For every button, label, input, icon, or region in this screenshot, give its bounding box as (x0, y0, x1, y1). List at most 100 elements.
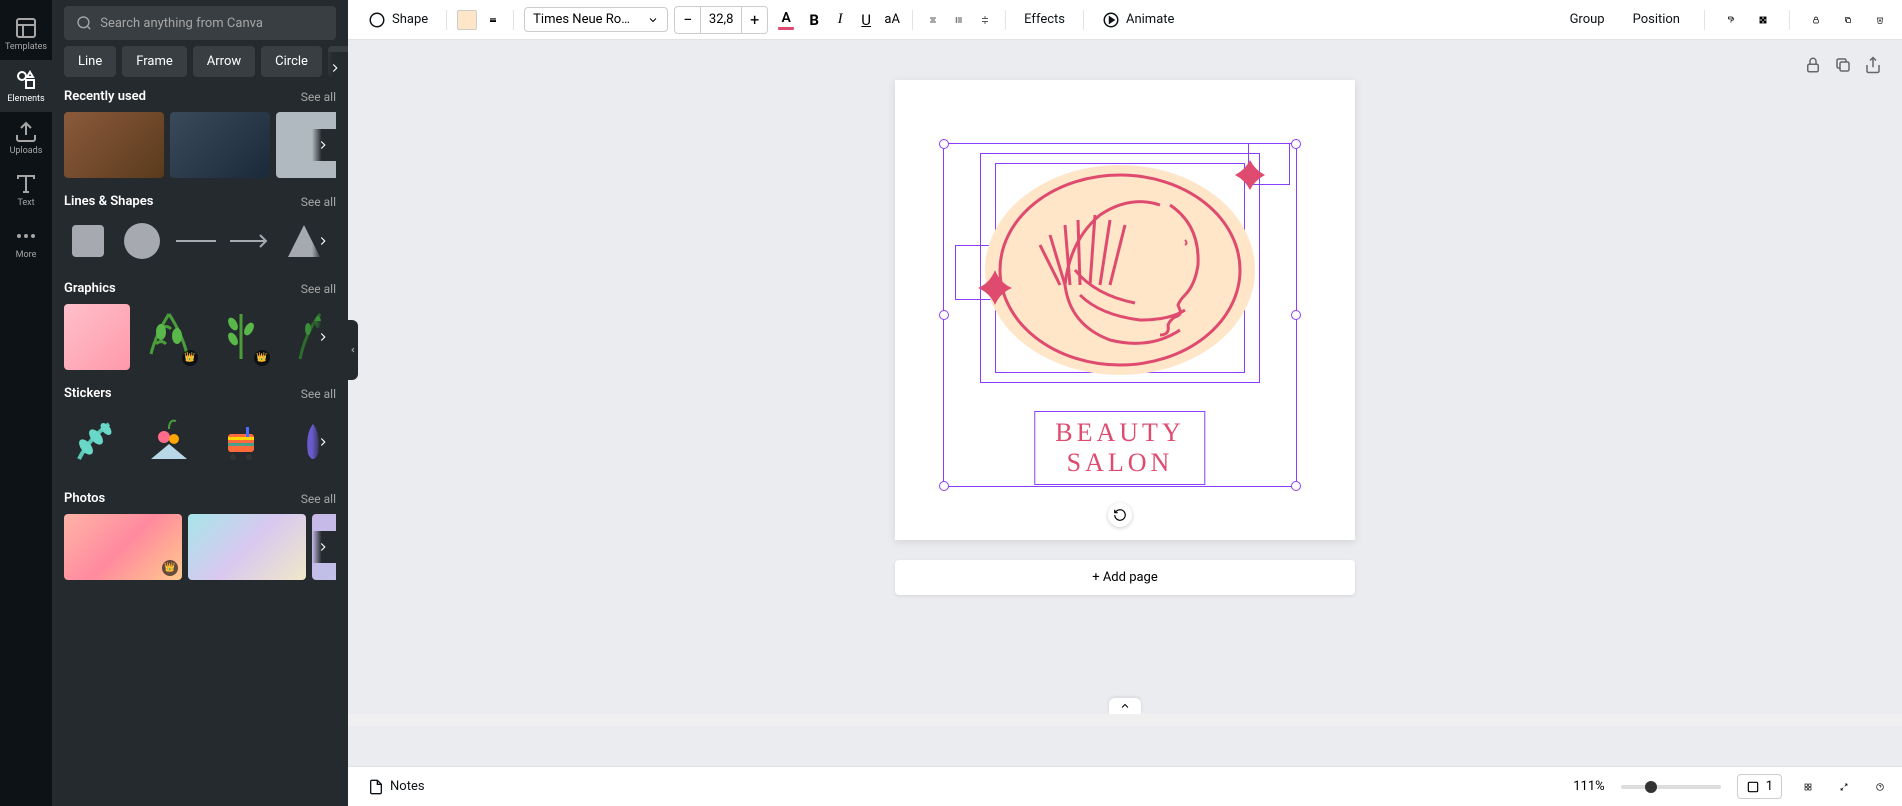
duplicate-button[interactable] (1838, 10, 1858, 30)
chevron-right-icon (328, 61, 342, 75)
chip-frame[interactable]: Frame (122, 46, 187, 77)
transparency-icon (1759, 11, 1767, 29)
photo-thumb-1[interactable] (64, 514, 182, 580)
transparency-button[interactable] (1753, 10, 1773, 30)
chip-arrow[interactable]: Arrow (193, 46, 255, 77)
search-icon (76, 14, 92, 32)
notes-button[interactable]: Notes (360, 773, 433, 801)
font-family-select[interactable]: Times Neue Rom... (524, 7, 668, 32)
sticker-thumb-2[interactable] (136, 409, 202, 475)
nav-uploads[interactable]: Uploads (0, 112, 52, 164)
see-all-shapes[interactable]: See all (301, 195, 336, 209)
fullscreen-button[interactable] (1834, 777, 1854, 797)
sticker-thumb-3[interactable] (208, 409, 274, 475)
premium-icon (162, 560, 178, 576)
nav-more[interactable]: More (0, 216, 52, 268)
resize-handle-tr[interactable] (1291, 139, 1301, 149)
stickers-scroll-right[interactable] (312, 426, 336, 458)
sticker-thumb-1[interactable] (64, 409, 130, 475)
font-size-input[interactable] (701, 7, 741, 33)
zoom-level[interactable]: 111% (1573, 779, 1604, 794)
canvas-area[interactable]: BEAUTY SALON + Add page (348, 40, 1902, 766)
help-button[interactable] (1870, 777, 1890, 797)
graphic-thumb-3[interactable] (208, 304, 274, 370)
recent-scroll-right[interactable] (312, 129, 336, 161)
chip-line[interactable]: Line (64, 46, 116, 77)
italic-button[interactable]: I (830, 10, 850, 30)
selected-design-group[interactable]: BEAUTY SALON (945, 145, 1295, 485)
font-size-control: − + (674, 6, 768, 34)
resize-handle-mr[interactable] (1291, 310, 1301, 320)
recent-thumb-2[interactable] (170, 112, 270, 178)
resize-handle-br[interactable] (1291, 481, 1301, 491)
nav-text[interactable]: Text (0, 164, 52, 216)
section-lines-shapes: Lines & Shapes See all (64, 194, 336, 265)
see-all-photos[interactable]: See all (301, 492, 336, 506)
delete-button[interactable] (1870, 10, 1890, 30)
horizontal-scrollbar[interactable] (348, 714, 1902, 726)
grid-view-button[interactable] (1798, 777, 1818, 797)
nav-elements[interactable]: Elements (0, 60, 52, 112)
bold-button[interactable]: B (804, 10, 824, 30)
recent-thumb-1[interactable] (64, 112, 164, 178)
page-indicator[interactable]: 1 (1737, 774, 1782, 799)
animate-button[interactable]: Animate (1094, 5, 1182, 35)
duplicate-icon (1844, 11, 1852, 29)
editor-toolbar: Shape Times Neue Rom... − + A B I U aA (348, 0, 1902, 40)
section-title: Stickers (64, 386, 112, 401)
font-size-increase[interactable]: + (741, 7, 767, 33)
photos-scroll-right[interactable] (312, 531, 336, 563)
nav-templates[interactable]: Templates (0, 8, 52, 60)
resize-handle-ml[interactable] (939, 310, 949, 320)
photo-thumb-2[interactable] (188, 514, 306, 580)
underline-button[interactable]: U (856, 10, 876, 30)
shape-square[interactable] (64, 217, 112, 265)
fill-color-swatch[interactable] (457, 10, 477, 30)
bottom-bar: Notes 111% 1 (348, 766, 1902, 806)
duplicate-page-icon[interactable] (1834, 56, 1852, 74)
border-style-button[interactable] (483, 10, 503, 30)
search-input[interactable] (100, 16, 324, 31)
search-box[interactable] (64, 6, 336, 40)
resize-handle-tl[interactable] (939, 139, 949, 149)
alignment-button[interactable] (923, 10, 943, 30)
more-icon (14, 224, 38, 248)
add-page-button[interactable]: + Add page (895, 560, 1355, 595)
text-case-button[interactable]: aA (882, 10, 902, 30)
chips-scroll-right[interactable] (324, 52, 348, 84)
graphic-thumb-2[interactable] (136, 304, 202, 370)
spacing-button[interactable] (975, 10, 995, 30)
beauty-logo-graphic[interactable] (970, 155, 1270, 385)
shape-line[interactable] (172, 217, 220, 265)
resize-handle-bl[interactable] (939, 481, 949, 491)
zoom-slider[interactable] (1621, 785, 1721, 789)
zoom-handle[interactable] (1645, 781, 1657, 793)
graphic-thumb-1[interactable] (64, 304, 130, 370)
effects-button[interactable]: Effects (1016, 6, 1073, 33)
font-size-decrease[interactable]: − (675, 7, 701, 33)
see-all-stickers[interactable]: See all (301, 387, 336, 401)
see-all-graphics[interactable]: See all (301, 282, 336, 296)
shape-button[interactable]: Shape (360, 5, 436, 35)
panel-scroll[interactable]: Recently used See all Lines & Shapes See… (52, 89, 348, 806)
shape-icon (368, 11, 386, 29)
lock-page-icon[interactable] (1804, 56, 1822, 74)
shape-circle[interactable] (118, 217, 166, 265)
chip-circle[interactable]: Circle (261, 46, 322, 77)
design-page[interactable]: BEAUTY SALON (895, 80, 1355, 540)
share-page-icon[interactable] (1864, 56, 1882, 74)
list-button[interactable] (949, 10, 969, 30)
position-button[interactable]: Position (1625, 6, 1688, 33)
shape-arrow[interactable] (226, 217, 274, 265)
lock-button[interactable] (1806, 10, 1826, 30)
rotate-handle[interactable] (1108, 503, 1132, 527)
see-all-recent[interactable]: See all (301, 90, 336, 104)
page-panel-toggle[interactable] (1109, 698, 1141, 714)
copy-style-button[interactable] (1721, 10, 1741, 30)
logo-text-box[interactable]: BEAUTY SALON (1034, 411, 1205, 485)
group-button[interactable]: Group (1562, 6, 1613, 33)
graphics-scroll-right[interactable] (312, 321, 336, 353)
shapes-scroll-right[interactable] (312, 225, 336, 257)
text-color-button[interactable]: A (774, 6, 798, 34)
main-editor-area: Shape Times Neue Rom... − + A B I U aA (348, 0, 1902, 806)
